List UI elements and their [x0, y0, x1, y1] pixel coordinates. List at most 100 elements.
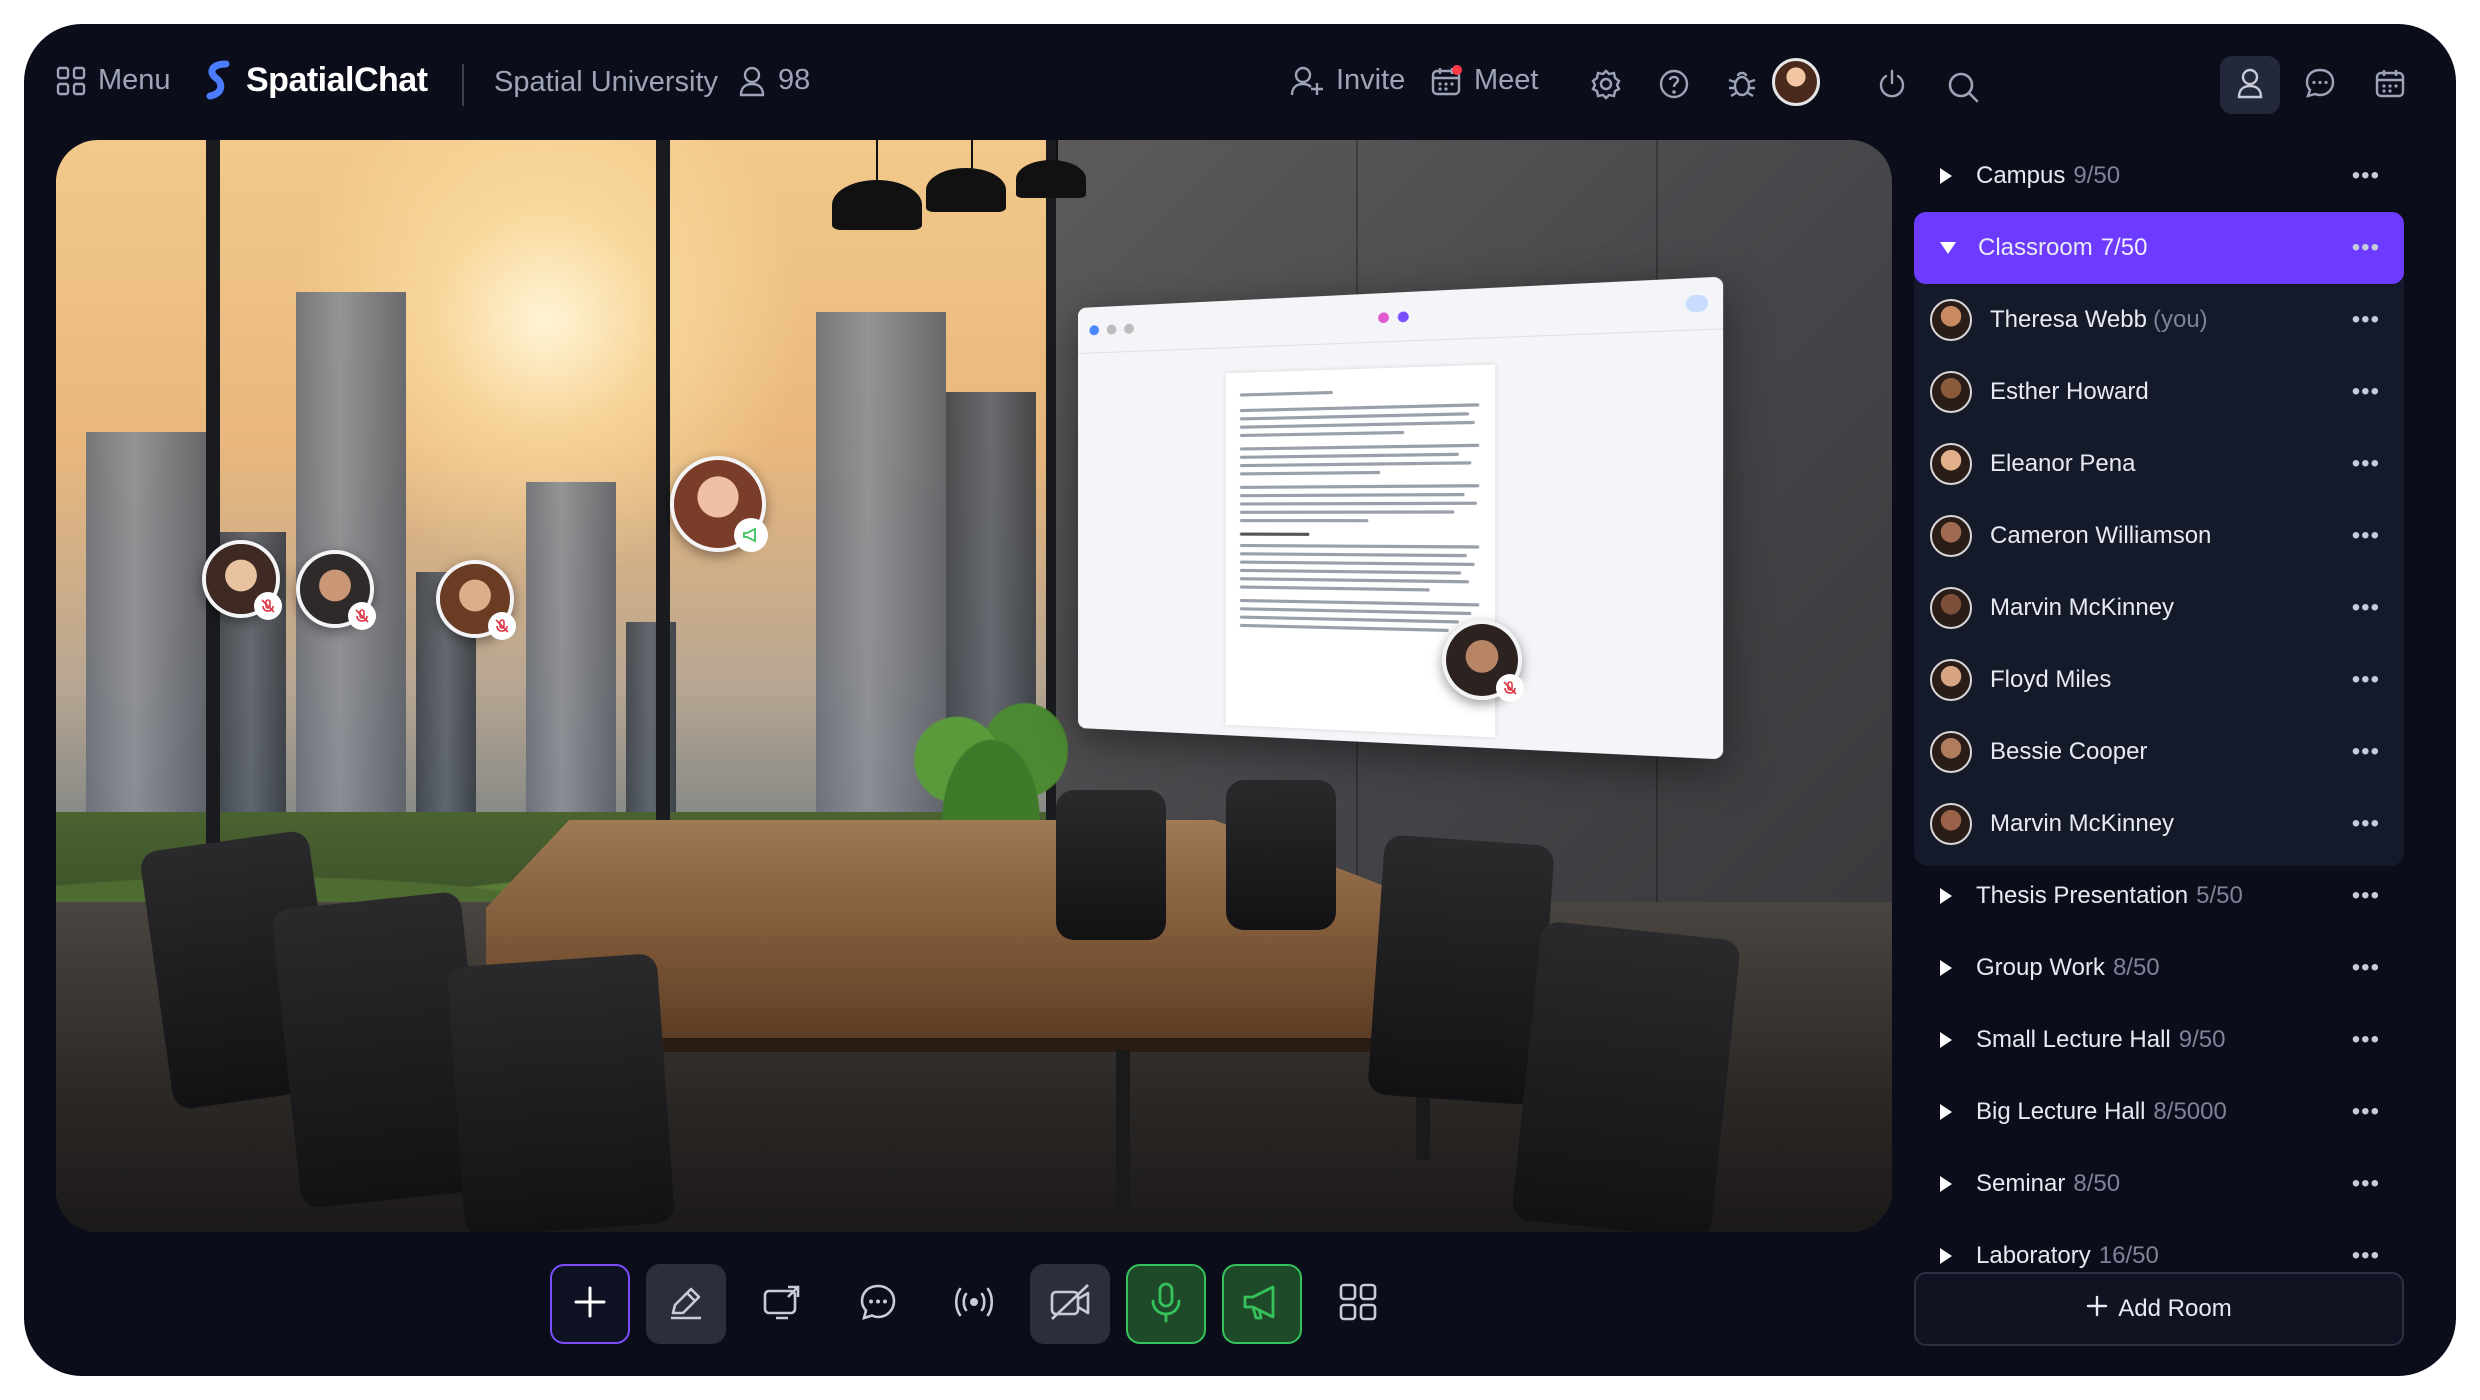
camera-off-icon — [1048, 1283, 1092, 1326]
avatar-participant[interactable] — [436, 560, 516, 640]
more-icon[interactable]: ••• — [2352, 738, 2380, 766]
space-name: Spatial University — [494, 66, 719, 98]
expand-icon — [1940, 168, 1952, 184]
room-item[interactable]: Thesis Presentation 5/50 ••• — [1914, 860, 2404, 932]
menu-button[interactable]: Menu — [56, 64, 171, 97]
avatar-participant[interactable] — [296, 550, 376, 630]
meet-label: Meet — [1474, 64, 1539, 96]
pendant-lamp — [832, 180, 922, 230]
calendar-icon — [1430, 64, 1462, 97]
room-count: 8/5000 — [2153, 1098, 2227, 1125]
avatar — [1930, 659, 1972, 701]
pencil-icon — [667, 1283, 705, 1326]
person-item[interactable]: Bessie Cooper ••• — [1914, 716, 2404, 788]
meet-button[interactable]: Meet — [1430, 64, 1538, 97]
participant-count-button[interactable]: 98 — [738, 64, 810, 97]
more-icon[interactable]: ••• — [2352, 1242, 2380, 1270]
avatar-participant[interactable] — [202, 540, 282, 620]
mic-off-icon — [488, 612, 516, 640]
tab-chat[interactable] — [2290, 56, 2350, 114]
room-name: Thesis Presentation — [1976, 882, 2189, 909]
room-name: Big Lecture Hall — [1976, 1098, 2146, 1125]
room-item[interactable]: Campus 9/50 ••• — [1914, 140, 2404, 212]
settings-button[interactable] — [1590, 68, 1622, 100]
user-avatar[interactable] — [1772, 58, 1820, 106]
app-name: SpatialChat — [246, 60, 428, 99]
screen-share-icon — [762, 1283, 802, 1326]
invite-button[interactable]: Invite — [1290, 64, 1405, 97]
help-button[interactable] — [1658, 68, 1690, 100]
more-icon[interactable]: ••• — [2352, 522, 2380, 550]
room-scene[interactable] — [56, 140, 1892, 1232]
sidebar-tabs — [2220, 56, 2420, 114]
shared-document-screen[interactable] — [1078, 276, 1724, 760]
topbar-divider — [462, 64, 464, 106]
more-icon[interactable]: ••• — [2352, 954, 2380, 982]
add-room-button[interactable]: Add Room — [1914, 1272, 2404, 1346]
person-item[interactable]: Marvin McKinney ••• — [1914, 572, 2404, 644]
more-icon[interactable]: ••• — [2352, 306, 2380, 334]
room-name: Group Work — [1976, 954, 2105, 981]
search-button[interactable] — [1946, 70, 1980, 104]
tab-people[interactable] — [2220, 56, 2280, 114]
avatar-speaker[interactable] — [670, 456, 768, 552]
add-user-icon — [1290, 65, 1324, 97]
person-item[interactable]: Floyd Miles ••• — [1914, 644, 2404, 716]
microphone-icon — [1149, 1281, 1183, 1328]
invite-label: Invite — [1336, 64, 1406, 96]
person-name: Marvin McKinney — [1990, 594, 2175, 621]
space-name-link[interactable]: Spatial University — [494, 66, 718, 99]
broadcast-button[interactable] — [934, 1264, 1014, 1344]
report-bug-button[interactable] — [1726, 68, 1758, 100]
broadcast-icon — [952, 1284, 996, 1325]
megaphone-icon — [1241, 1282, 1283, 1327]
more-icon[interactable]: ••• — [2352, 882, 2380, 910]
plus-icon — [2086, 1295, 2108, 1324]
screen-share-button[interactable] — [742, 1264, 822, 1344]
room-item[interactable]: Seminar 8/50 ••• — [1914, 1148, 2404, 1220]
camera-toggle-button[interactable] — [1030, 1264, 1110, 1344]
users-icon — [738, 65, 766, 97]
room-item-active[interactable]: Classroom 7/50 ••• — [1914, 212, 2404, 284]
room-item[interactable]: Small Lecture Hall 9/50 ••• — [1914, 1004, 2404, 1076]
room-count: 8/50 — [2112, 954, 2160, 981]
megaphone-icon — [734, 518, 768, 552]
more-icon[interactable]: ••• — [2352, 162, 2380, 190]
chat-bubble-icon — [858, 1282, 898, 1327]
person-item[interactable]: Cameron Williamson ••• — [1914, 500, 2404, 572]
avatar — [1930, 803, 1972, 845]
add-button[interactable] — [550, 1264, 630, 1344]
more-icon[interactable]: ••• — [2352, 594, 2380, 622]
tab-calendar[interactable] — [2360, 56, 2420, 114]
person-item[interactable]: Theresa Webb (you) ••• — [1914, 284, 2404, 356]
more-icon[interactable]: ••• — [2352, 810, 2380, 838]
person-item[interactable]: Eleanor Pena ••• — [1914, 428, 2404, 500]
more-icon[interactable]: ••• — [2352, 450, 2380, 478]
app-window: Menu SpatialChat Spatial University 98 I… — [24, 24, 2456, 1376]
top-bar: Menu SpatialChat Spatial University 98 I… — [24, 24, 2456, 142]
app-logo[interactable]: SpatialChat — [204, 60, 428, 100]
microphone-toggle-button[interactable] — [1126, 1264, 1206, 1344]
leave-button[interactable] — [1876, 68, 1908, 100]
person-item[interactable]: Esther Howard ••• — [1914, 356, 2404, 428]
avatar-participant[interactable] — [1442, 620, 1524, 702]
person-name: Marvin McKinney — [1990, 810, 2175, 837]
person-name: Theresa Webb — [1990, 306, 2147, 333]
chat-button[interactable] — [838, 1264, 918, 1344]
person-item[interactable]: Marvin McKinney ••• — [1914, 788, 2404, 860]
draw-button[interactable] — [646, 1264, 726, 1344]
more-icon[interactable]: ••• — [2352, 666, 2380, 694]
person-name: Eleanor Pena — [1990, 450, 2136, 477]
document-share-button — [1685, 294, 1709, 313]
person-icon — [2236, 67, 2264, 104]
person-name: Esther Howard — [1990, 378, 2149, 405]
more-icon[interactable]: ••• — [2352, 1026, 2380, 1054]
more-icon[interactable]: ••• — [2352, 1098, 2380, 1126]
megaphone-toggle-button[interactable] — [1222, 1264, 1302, 1344]
more-icon[interactable]: ••• — [2352, 378, 2380, 406]
more-icon[interactable]: ••• — [2352, 1170, 2380, 1198]
more-icon[interactable]: ••• — [2352, 234, 2380, 262]
room-item[interactable]: Big Lecture Hall 8/5000 ••• — [1914, 1076, 2404, 1148]
apps-button[interactable] — [1318, 1264, 1398, 1344]
room-item[interactable]: Group Work 8/50 ••• — [1914, 932, 2404, 1004]
